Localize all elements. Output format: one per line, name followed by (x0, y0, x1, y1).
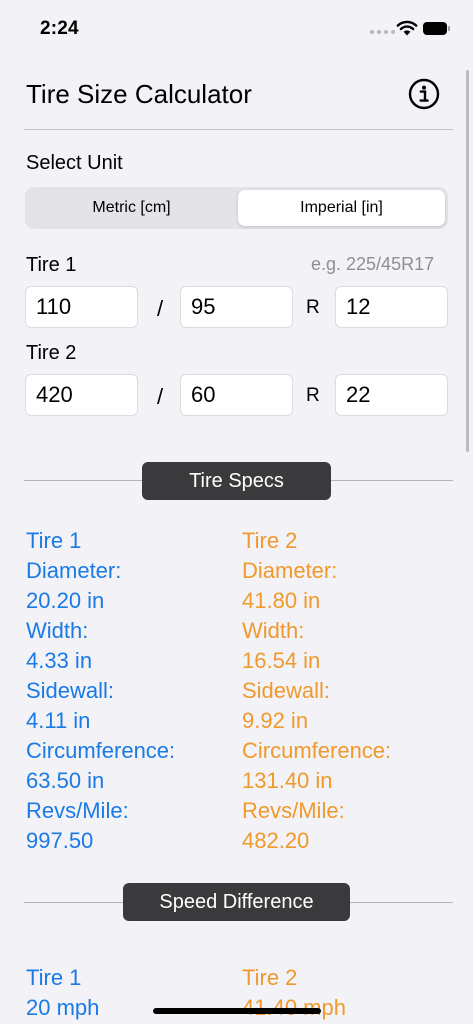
tire2-specs-title: Tire 2 (242, 528, 298, 553)
tire1-speed-title: Tire 1 (26, 965, 82, 990)
tire1-label: Tire 1 (26, 254, 77, 276)
tire1-circumference-label: Circumference: (26, 738, 176, 763)
tire1-circumference-value: 63.50 in (26, 768, 105, 793)
tire1-width-label: Width: (26, 618, 89, 643)
tire1-rim-prefix: R (306, 297, 320, 318)
select-unit-label: Select Unit (26, 152, 123, 174)
tire2-rim-prefix: R (306, 385, 320, 406)
tire2-separator: / (157, 384, 164, 409)
status-time: 2:24 (40, 18, 79, 39)
info-icon[interactable] (408, 78, 440, 110)
segment-metric[interactable]: Metric [cm] (28, 190, 235, 226)
tire1-speed: Tire 1 20 mph (26, 963, 99, 1023)
tire1-revs-label: Revs/Mile: (26, 798, 129, 823)
tire2-revs-label: Revs/Mile: (242, 798, 345, 823)
specs-section-title: Tire Specs (142, 462, 331, 500)
tire1-width-value: 4.33 in (26, 648, 93, 673)
tire2-circumference-value: 131.40 in (242, 768, 333, 793)
page-title: Tire Size Calculator (26, 79, 252, 109)
tire1-sidewall-value: 4.11 in (26, 708, 91, 733)
tire2-speed-title: Tire 2 (242, 965, 298, 990)
tire1-width-field[interactable]: 110 (25, 286, 138, 328)
tire2-width-value: 16.54 in (242, 648, 321, 673)
tire2-width-label: Width: (242, 618, 305, 643)
cellular-signal-icon (370, 30, 395, 34)
home-indicator[interactable] (153, 1008, 321, 1014)
tire1-revs-value: 997.50 (26, 828, 94, 853)
tire2-speed: Tire 2 41.40 mph (242, 963, 346, 1023)
header-divider (24, 129, 453, 130)
tire2-rim-field[interactable]: 22 (335, 374, 448, 416)
wifi-icon (396, 20, 418, 36)
tire2-revs-value: 482.20 (242, 828, 310, 853)
tire2-aspect-field[interactable]: 60 (180, 374, 293, 416)
tire1-aspect-field[interactable]: 95 (180, 286, 293, 328)
tire2-sidewall-label: Sidewall: (242, 678, 331, 703)
tire1-specs: Tire 1 Diameter: 20.20 in Width: 4.33 in… (26, 526, 175, 856)
scroll-indicator[interactable] (466, 70, 469, 452)
tire1-diameter-label: Diameter: (26, 558, 122, 583)
tire1-separator: / (157, 296, 164, 321)
tire1-sidewall-label: Sidewall: (26, 678, 115, 703)
tire2-diameter-label: Diameter: (242, 558, 338, 583)
battery-icon (423, 22, 451, 35)
tire2-circumference-label: Circumference: (242, 738, 392, 763)
format-hint: e.g. 225/45R17 (311, 254, 435, 274)
tire2-diameter-value: 41.80 in (242, 588, 321, 613)
status-bar: 2:24 (0, 0, 473, 56)
segment-imperial[interactable]: Imperial [in] (238, 190, 445, 226)
tire1-specs-title: Tire 1 (26, 528, 82, 553)
tire1-diameter-value: 20.20 in (26, 588, 105, 613)
tire2-specs: Tire 2 Diameter: 41.80 in Width: 16.54 i… (242, 526, 391, 856)
tire1-speed-value: 20 mph (26, 995, 100, 1020)
speed-section-title: Speed Difference (123, 883, 350, 921)
tire2-sidewall-value: 9.92 in (242, 708, 309, 733)
tire2-label: Tire 2 (26, 342, 77, 364)
unit-segmented-control[interactable]: Metric [cm] Imperial [in] (25, 187, 448, 229)
tire2-width-field[interactable]: 420 (25, 374, 138, 416)
tire1-rim-field[interactable]: 12 (335, 286, 448, 328)
